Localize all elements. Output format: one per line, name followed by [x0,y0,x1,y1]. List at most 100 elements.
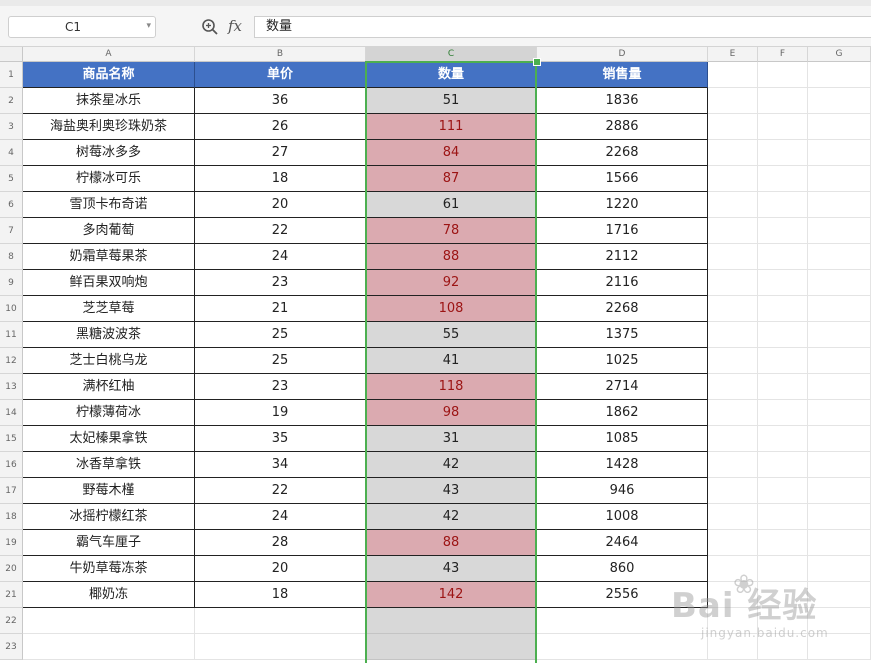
column-header-c[interactable]: C [366,47,537,62]
table-cell[interactable]: 108 [366,296,537,322]
column-header-e[interactable]: E [708,47,758,62]
table-cell[interactable]: 98 [366,400,537,426]
empty-cell[interactable] [708,556,758,582]
table-cell[interactable]: 946 [537,478,708,504]
empty-cell[interactable] [708,400,758,426]
header-cell[interactable]: 单价 [195,62,366,88]
table-cell[interactable]: 1566 [537,166,708,192]
table-cell[interactable]: 78 [366,218,537,244]
table-cell[interactable]: 2714 [537,374,708,400]
table-cell[interactable]: 25 [195,322,366,348]
empty-cell[interactable] [23,608,195,634]
table-cell[interactable]: 860 [537,556,708,582]
row-header[interactable]: 15 [0,426,23,452]
table-cell[interactable]: 84 [366,140,537,166]
empty-cell[interactable] [808,374,871,400]
row-header[interactable]: 18 [0,504,23,530]
table-cell[interactable]: 2268 [537,140,708,166]
empty-cell[interactable] [808,270,871,296]
table-cell[interactable]: 26 [195,114,366,140]
table-cell[interactable]: 41 [366,348,537,374]
table-cell[interactable]: 雪顶卡布奇诺 [23,192,195,218]
column-header-a[interactable]: A [23,47,195,62]
table-cell[interactable]: 24 [195,244,366,270]
empty-cell[interactable] [758,556,808,582]
table-cell[interactable]: 1862 [537,400,708,426]
empty-cell[interactable] [758,62,808,88]
empty-cell[interactable] [808,400,871,426]
empty-cell[interactable] [808,296,871,322]
empty-cell[interactable] [758,270,808,296]
empty-cell[interactable] [708,192,758,218]
empty-cell[interactable] [758,140,808,166]
row-header[interactable]: 16 [0,452,23,478]
table-cell[interactable]: 61 [366,192,537,218]
column-header-g[interactable]: G [808,47,871,62]
row-header[interactable]: 2 [0,88,23,114]
empty-cell[interactable] [808,244,871,270]
empty-cell[interactable] [537,608,708,634]
row-header[interactable]: 5 [0,166,23,192]
table-cell[interactable]: 43 [366,478,537,504]
empty-cell[interactable] [758,400,808,426]
empty-cell[interactable] [808,88,871,114]
empty-cell[interactable] [708,634,758,660]
table-cell[interactable]: 42 [366,452,537,478]
row-header[interactable]: 17 [0,478,23,504]
empty-cell[interactable] [708,530,758,556]
empty-cell[interactable] [808,322,871,348]
empty-cell[interactable] [708,244,758,270]
empty-cell[interactable] [708,270,758,296]
empty-cell[interactable] [808,556,871,582]
fx-icon[interactable]: fx [228,17,242,35]
empty-cell[interactable] [808,426,871,452]
empty-cell[interactable] [758,634,808,660]
empty-cell[interactable] [708,582,758,608]
table-cell[interactable]: 23 [195,270,366,296]
table-cell[interactable]: 88 [366,530,537,556]
empty-cell[interactable] [758,582,808,608]
empty-cell[interactable] [708,608,758,634]
fill-handle[interactable] [533,58,541,66]
table-cell[interactable]: 36 [195,88,366,114]
empty-cell[interactable] [708,478,758,504]
empty-cell[interactable] [708,322,758,348]
table-cell[interactable]: 太妃榛果拿铁 [23,426,195,452]
name-box[interactable]: C1 ▾ [8,16,156,38]
row-header[interactable]: 11 [0,322,23,348]
row-header[interactable]: 13 [0,374,23,400]
table-cell[interactable]: 142 [366,582,537,608]
table-cell[interactable]: 鲜百果双响炮 [23,270,195,296]
column-header-b[interactable]: B [195,47,366,62]
table-cell[interactable]: 19 [195,400,366,426]
row-header[interactable]: 14 [0,400,23,426]
empty-cell[interactable] [758,348,808,374]
empty-cell[interactable] [708,62,758,88]
header-cell[interactable]: 商品名称 [23,62,195,88]
empty-cell[interactable] [758,530,808,556]
header-cell[interactable]: 数量 [366,62,537,88]
empty-cell[interactable] [808,582,871,608]
row-header[interactable]: 3 [0,114,23,140]
table-cell[interactable]: 椰奶冻 [23,582,195,608]
empty-cell[interactable] [808,192,871,218]
empty-cell[interactable] [758,296,808,322]
table-cell[interactable]: 2116 [537,270,708,296]
empty-cell[interactable] [708,504,758,530]
empty-cell[interactable] [808,478,871,504]
table-cell[interactable]: 42 [366,504,537,530]
table-cell[interactable]: 2268 [537,296,708,322]
table-cell[interactable]: 51 [366,88,537,114]
empty-cell[interactable] [366,608,537,634]
table-cell[interactable]: 21 [195,296,366,322]
empty-cell[interactable] [758,452,808,478]
row-header[interactable]: 10 [0,296,23,322]
select-all-corner[interactable] [0,47,23,62]
table-cell[interactable]: 25 [195,348,366,374]
empty-cell[interactable] [808,166,871,192]
chevron-down-icon[interactable]: ▾ [146,21,151,31]
empty-cell[interactable] [758,322,808,348]
empty-cell[interactable] [195,608,366,634]
table-cell[interactable]: 柠檬冰可乐 [23,166,195,192]
row-header[interactable]: 20 [0,556,23,582]
